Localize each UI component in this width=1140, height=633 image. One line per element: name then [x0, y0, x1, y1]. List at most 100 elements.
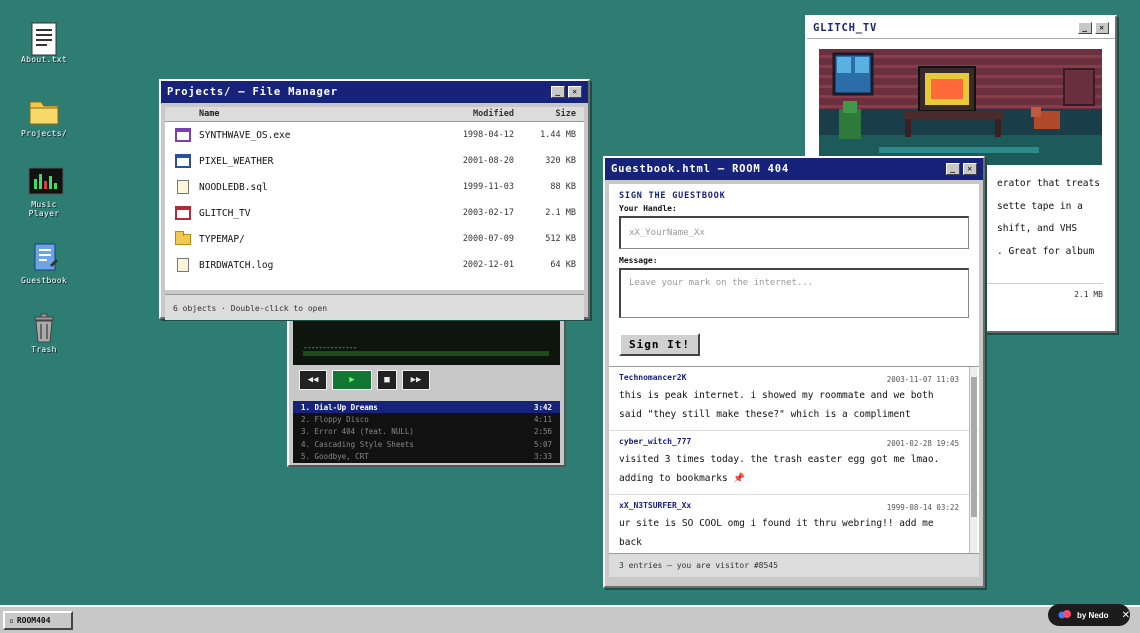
cloud-logo-icon — [1058, 609, 1072, 621]
window-title: Guestbook.html — ROOM 404 — [611, 163, 790, 175]
track-time: 3:33 — [533, 451, 552, 461]
desktop-icon-music-player[interactable]: Music Player — [14, 167, 74, 218]
file-row[interactable]: BIRDWATCH.log 2002-12-01 64 KB — [165, 252, 584, 278]
badge-label: by Nedo — [1077, 610, 1109, 620]
file-name: BIRDWATCH.log — [199, 259, 274, 271]
desktop-icon-label: Music Player — [28, 200, 60, 218]
file-size: 88 KB — [550, 182, 576, 192]
description-line: . Great for album — [997, 245, 1095, 257]
window-title: GLITCH_TV — [813, 21, 878, 34]
playlist-item[interactable]: 2. Floppy Disco 4:11 — [293, 413, 560, 425]
music-player-window[interactable]: -------------- ◀◀ ▶ ■ ▶▶ 1. Dial-Up Drea… — [287, 317, 566, 467]
glitch-tv-titlebar[interactable]: GLITCH_TV _ ✕ — [807, 17, 1115, 39]
window-icon: ▫ — [9, 616, 14, 625]
guestbook-titlebar[interactable]: Guestbook.html — ROOM 404 _ ✕ — [605, 158, 983, 180]
file-name: TYPEMAP/ — [199, 233, 245, 245]
handle-input[interactable] — [619, 216, 969, 249]
minimize-button[interactable]: _ — [551, 86, 565, 98]
file-modified: 1999-11-03 — [462, 182, 514, 192]
track-time: 5:07 — [533, 439, 552, 449]
close-button[interactable]: ✕ — [963, 163, 977, 175]
desktop-icon-guestbook[interactable]: Guestbook — [14, 243, 74, 285]
entry-date: 2003-11-07 11:03 — [886, 375, 959, 384]
track-title: 4. Cascading Style Sheets — [301, 439, 414, 449]
forward-button[interactable]: ▶▶ — [402, 370, 430, 390]
column-header-size[interactable]: Size — [520, 109, 584, 119]
file-row[interactable]: TYPEMAP/2000-07-09 512 KB — [165, 226, 584, 252]
playlist-item[interactable]: 5. Goodbye, CRT 3:33 — [293, 450, 560, 462]
entry-author: xX_N3TSURFER_Xx — [619, 501, 692, 510]
description-line: sette tape in a — [997, 200, 1083, 212]
application-icon — [175, 128, 191, 142]
playlist: 1. Dial-Up Dreams 3:42 2. Floppy Disco 4:1… — [293, 401, 560, 463]
desktop-icon-about[interactable]: About.txt — [14, 22, 74, 64]
player-display: -------------- — [293, 321, 560, 365]
track-time: 4:11 — [533, 414, 552, 424]
playlist-item[interactable]: 1. Dial-Up Dreams 3:42 — [293, 401, 560, 414]
entry-text: visited 3 times today. the trash easter … — [619, 454, 940, 484]
desktop-icon-label: Guestbook — [20, 276, 68, 285]
file-modified: 2000-07-09 — [462, 234, 514, 244]
player-controls: ◀◀ ▶ ■ ▶▶ — [299, 370, 430, 390]
minimize-button[interactable]: _ — [1078, 21, 1092, 34]
file-name: SYNTHWAVE_OS.exe — [199, 129, 291, 141]
close-button[interactable]: ✕ — [1095, 21, 1109, 34]
text-file-icon — [28, 22, 60, 56]
file-size: 64 KB — [550, 260, 576, 270]
file-modified: 2003-02-17 — [462, 208, 514, 218]
message-label: Message: — [619, 256, 658, 265]
column-header-name[interactable]: Name — [199, 109, 420, 119]
desktop-icon-label: Projects/ — [20, 129, 68, 138]
entries-scrollbar[interactable] — [969, 367, 977, 553]
desktop-icon-label: About.txt — [20, 55, 68, 64]
file-manager-window[interactable]: Projects/ — File Manager _ ✕ Name Modifi… — [159, 79, 590, 320]
file-size: 512 KB — [545, 234, 576, 244]
column-header-modified[interactable]: Modified — [420, 109, 520, 119]
description-line: erator that treats — [997, 178, 1100, 189]
entry-date: 2001-02-28 19:45 — [886, 439, 959, 448]
file-name: GLITCH_TV — [199, 207, 251, 219]
desktop-icon-projects[interactable]: Projects/ — [14, 96, 74, 138]
file-row[interactable]: NOODLEDB.sql 1999-11-03 88 KB — [165, 174, 584, 200]
track-title: 3. Error 404 (feat. NULL) — [301, 427, 414, 437]
playlist-item[interactable]: 3. Error 404 (feat. NULL) 2:56 — [293, 426, 560, 438]
entry-text: ur site is SO COOL omg i found it thru w… — [619, 518, 934, 548]
window-title: Projects/ — File Manager — [167, 86, 338, 98]
guestbook-entry: Technomancer2K 2003-11-07 11:03 this is p… — [609, 367, 979, 431]
track-time: 2:56 — [533, 427, 552, 437]
entry-author: cyber_witch_777 — [619, 437, 692, 446]
file-row[interactable]: PIXEL_WEATHER 2001-08-20 320 KB — [165, 148, 584, 174]
file-manager-titlebar[interactable]: Projects/ — File Manager _ ✕ — [161, 81, 588, 103]
sign-button[interactable]: Sign It! — [619, 333, 700, 356]
file-modified: 2001-08-20 — [462, 156, 514, 166]
message-input[interactable] — [619, 268, 969, 318]
file-row[interactable]: SYNTHWAVE_OS.exe 1998-04-12 1.44 MB — [165, 122, 584, 148]
playlist-item[interactable]: 4. Cascading Style Sheets 5:07 — [293, 438, 560, 450]
file-size: 320 KB — [545, 156, 576, 166]
progress-bar[interactable] — [303, 351, 549, 356]
scrollbar-thumb[interactable] — [971, 377, 977, 517]
rewind-button[interactable]: ◀◀ — [299, 370, 327, 390]
stop-button[interactable]: ■ — [377, 370, 397, 390]
guestbook-window[interactable]: Guestbook.html — ROOM 404 _ ✕ SIGN THE G… — [603, 156, 985, 588]
document-icon — [177, 258, 189, 272]
close-button[interactable]: ✕ — [568, 86, 582, 98]
trash-icon — [28, 312, 60, 343]
file-modified: 2002-12-01 — [462, 260, 514, 270]
file-row[interactable]: GLITCH_TV 2003-02-17 2.1 MB — [165, 200, 584, 226]
made-by-badge[interactable]: by Nedo ✕ — [1048, 604, 1130, 626]
play-button[interactable]: ▶ — [332, 370, 372, 390]
guestbook-entry: cyber_witch_777 2001-02-28 19:45 visited … — [609, 431, 979, 495]
application-icon — [175, 154, 191, 168]
minimize-button[interactable]: _ — [946, 163, 960, 175]
form-title: SIGN THE GUESTBOOK — [619, 191, 726, 201]
desktop-icon-trash[interactable]: Trash — [14, 312, 74, 354]
file-list: SYNTHWAVE_OS.exe 1998-04-12 1.44 MB PIXEL_W… — [165, 122, 584, 290]
track-title: 1. Dial-Up Dreams — [301, 402, 378, 412]
close-icon[interactable]: ✕ — [1122, 610, 1130, 621]
guestbook-entry: xX_N3TSURFER_Xx 1999-08-14 03:22 ur site … — [609, 495, 979, 553]
entry-author: Technomancer2K — [619, 373, 687, 382]
track-title: 5. Goodbye, CRT — [301, 451, 369, 461]
description-line: shift, and VHS — [997, 223, 1078, 234]
start-button[interactable]: ▫ ROOM404 — [3, 611, 73, 630]
